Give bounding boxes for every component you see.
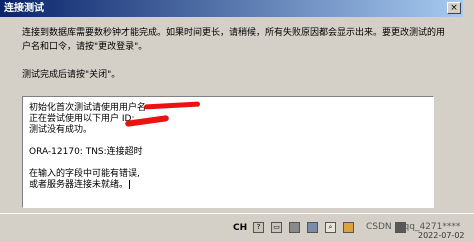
app-icon[interactable]	[289, 222, 300, 233]
test-connection-dialog: 连接测试 × 连接到数据库需要数秒钟才能完成。如果时间更长，请稍候，所有失败原因…	[0, 0, 463, 213]
output-line-last: 或者服务器连接未就绪。	[29, 180, 427, 191]
app-icon[interactable]	[343, 222, 354, 233]
clock: 2022-07-02	[418, 231, 465, 240]
search-icon[interactable]: ⌕	[325, 222, 336, 233]
help-icon[interactable]: ?	[253, 222, 264, 233]
output-line: ORA-12170: TNS:连接超时	[29, 147, 143, 157]
output-line: 测试没有成功。	[29, 125, 93, 135]
dialog-titlebar[interactable]: 连接测试	[0, 0, 463, 17]
close-button[interactable]: ×	[447, 2, 461, 14]
intro-text: 连接到数据库需要数秒钟才能完成。如果时间更长，请稍候，所有失败原因都会显示出来。…	[22, 28, 446, 52]
output-line: 初始化首次测试请使用用户名	[29, 103, 147, 113]
hint-text: 测试完成后请按"关闭"。	[22, 70, 121, 80]
keyboard-icon[interactable]: ▭	[271, 222, 282, 233]
output-line: 正在尝试使用以下用户 ID:	[29, 114, 135, 124]
dialog-title: 连接测试	[4, 3, 44, 14]
output-line-text: 或者服务器连接未就绪。	[29, 180, 129, 190]
app-icon[interactable]	[307, 222, 318, 233]
ime-indicator[interactable]: CH	[233, 223, 247, 233]
test-output-textarea[interactable]: 初始化首次测试请使用用户名 正在尝试使用以下用户 ID: 测试没有成功。 ORA…	[22, 96, 434, 208]
output-line: 在输入的字段中可能有错误,	[29, 169, 140, 179]
text-caret	[129, 180, 131, 189]
